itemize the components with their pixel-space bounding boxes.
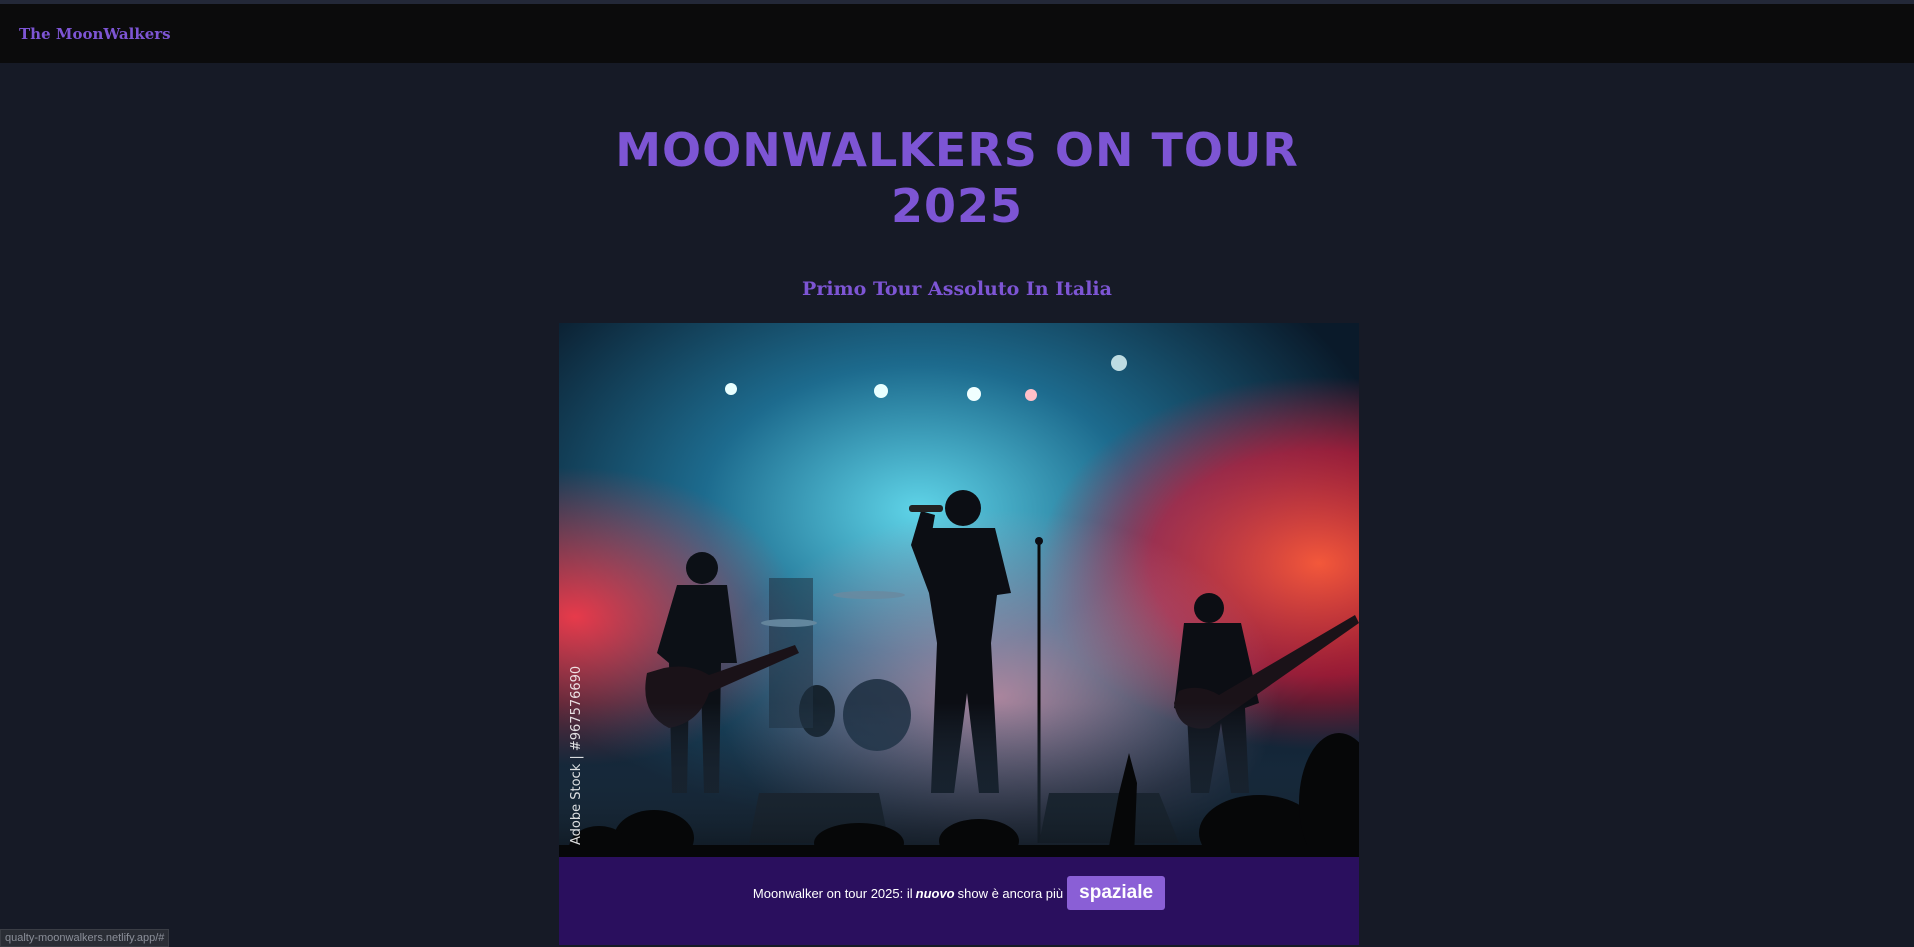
page-subtitle: Primo Tour Assoluto In Italia <box>802 278 1112 300</box>
concert-photo-illustration <box>559 323 1359 857</box>
promo-banner: Moonwalker on tour 2025: il nuovo show è… <box>559 857 1359 945</box>
browser-status-url: qualty-moonwalkers.netlify.app/# <box>0 929 170 947</box>
photo-watermark: Adobe Stock | #967576690 <box>569 665 584 845</box>
navbar: The MoonWalkers <box>0 4 1914 63</box>
spaziale-badge: spaziale <box>1067 876 1166 910</box>
page-title-line-1: MOONWALKERS ON TOUR <box>615 123 1299 177</box>
brand-link[interactable]: The MoonWalkers <box>19 25 171 43</box>
promo-text: Moonwalker on tour 2025: il nuovo show è… <box>559 873 1359 913</box>
promo-text-before: Moonwalker on tour 2025: il <box>752 885 913 901</box>
promo-text-after: show è ancora più <box>957 885 1064 901</box>
page-title-line-2: 2025 <box>890 179 1024 233</box>
promo-text-emphasis: nuovo <box>915 885 955 901</box>
page-title: MOONWALKERS ON TOUR 2025 <box>0 122 1914 234</box>
concert-photo <box>559 323 1359 857</box>
